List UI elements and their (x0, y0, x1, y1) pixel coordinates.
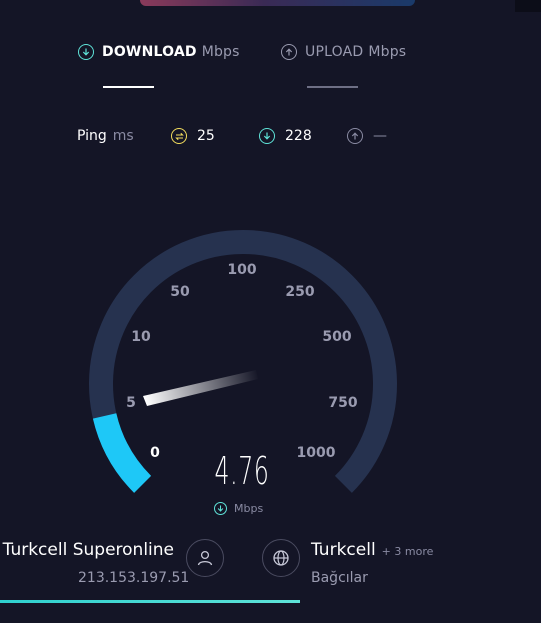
server-more[interactable]: + 3 more (382, 545, 434, 558)
isp-ip: 213.153.197.51 (78, 570, 190, 586)
server-button[interactable] (262, 539, 300, 577)
test-progress-bar (0, 600, 300, 603)
gauge-scale-label: 500 (322, 329, 351, 345)
user-icon (197, 550, 213, 566)
gauge-scale-label: 750 (328, 395, 357, 411)
isp-name: Turkcell Superonline (2, 540, 174, 560)
gauge-fill (92, 412, 152, 493)
server-name-text: Turkcell (311, 540, 376, 560)
speed-unit-label: Mbps (234, 502, 264, 515)
speed-gauge: 0 5 10 50 100 250 500 750 1000 (89, 229, 397, 493)
gauge-needle (143, 370, 258, 406)
speed-unit: Mbps (214, 502, 263, 515)
download-unit-icon (214, 502, 227, 515)
gauge-scale-label: 5 (126, 395, 136, 411)
speed-value: 4.76 (214, 449, 270, 493)
globe-icon (273, 550, 289, 566)
gauge-scale-label: 0 (150, 445, 160, 461)
gauge-scale-label: 250 (285, 284, 314, 300)
server-name[interactable]: Turkcell + 3 more (311, 540, 433, 560)
gauge-scale-label: 1000 (297, 445, 336, 461)
gauge-scale-label: 50 (170, 284, 190, 300)
gauge-scale-label: 100 (227, 262, 256, 278)
gauge-scale-label: 10 (131, 329, 151, 345)
user-button[interactable] (186, 539, 224, 577)
server-location: Bağcılar (311, 570, 368, 586)
